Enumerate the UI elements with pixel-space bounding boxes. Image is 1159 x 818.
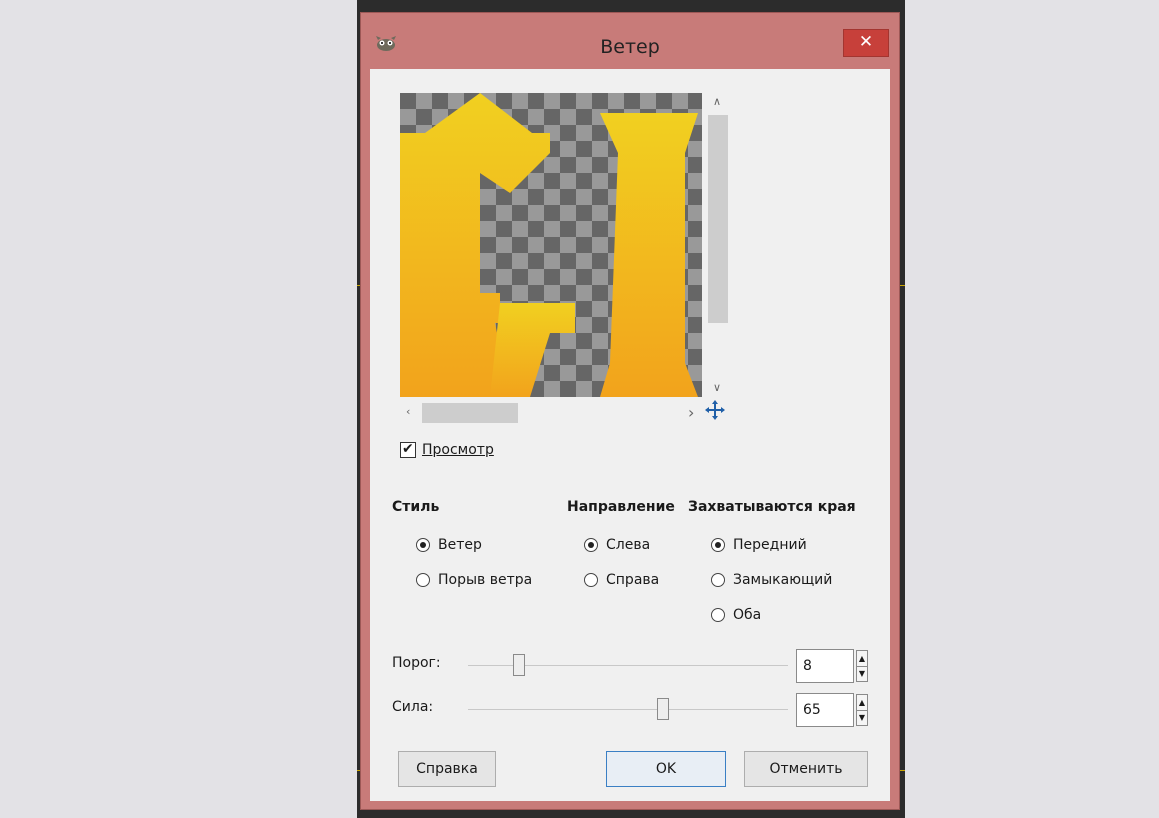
radio-edges-leading[interactable]: Передний: [711, 534, 807, 556]
radio-style-gust[interactable]: Порыв ветра: [416, 569, 532, 591]
radio-button[interactable]: [711, 573, 725, 587]
strength-slider-handle[interactable]: [657, 698, 669, 720]
scroll-down-icon[interactable]: ∨: [713, 381, 721, 394]
radio-label: Справа: [606, 572, 660, 588]
radio-button[interactable]: [711, 608, 725, 622]
radio-button[interactable]: [416, 538, 430, 552]
scroll-left-icon[interactable]: ‹: [406, 405, 410, 418]
spin-down-icon[interactable]: ▼: [857, 710, 867, 725]
spin-up-icon[interactable]: ▲: [857, 695, 867, 711]
radio-button[interactable]: [584, 573, 598, 587]
threshold-input[interactable]: 8: [796, 649, 854, 683]
wind-dialog: Ветер ✕ ∧ ∨ ‹ › ✔ Просмотр Стиль Направл…: [360, 12, 900, 810]
cancel-button[interactable]: Отменить: [744, 751, 868, 787]
radio-style-wind[interactable]: Ветер: [416, 534, 482, 556]
radio-button[interactable]: [584, 538, 598, 552]
style-heading: Стиль: [392, 499, 440, 515]
spin-down-icon[interactable]: ▼: [857, 666, 867, 681]
threshold-label: Порог:: [392, 655, 441, 671]
strength-slider-track[interactable]: [468, 709, 788, 710]
preview-artwork: [400, 93, 698, 397]
radio-label: Порыв ветра: [438, 572, 533, 588]
strength-input[interactable]: 65: [796, 693, 854, 727]
preview-checkbox[interactable]: ✔: [400, 441, 416, 458]
strength-label: Сила:: [392, 699, 434, 715]
radio-direction-right[interactable]: Справа: [584, 569, 659, 591]
radio-label: Замыкающий: [733, 572, 833, 588]
window-title: Ветер: [600, 36, 660, 58]
radio-label: Передний: [733, 537, 807, 553]
radio-direction-left[interactable]: Слева: [584, 534, 650, 556]
radio-label: Оба: [733, 607, 762, 623]
threshold-spinner[interactable]: ▲ ▼: [856, 650, 868, 682]
title-bar: Ветер ✕: [361, 13, 899, 69]
radio-button[interactable]: [711, 538, 725, 552]
edges-heading: Захватываются края: [688, 499, 856, 515]
ok-button[interactable]: OK: [606, 751, 726, 787]
scroll-thumb[interactable]: [708, 115, 728, 323]
close-button[interactable]: ✕: [843, 29, 889, 57]
help-button[interactable]: Справка: [398, 751, 496, 787]
preview-vertical-scrollbar[interactable]: ∧ ∨: [706, 93, 732, 397]
preview-checkbox-row[interactable]: ✔ Просмотр: [400, 439, 494, 461]
preview-horizontal-scrollbar[interactable]: ‹ ›: [400, 401, 702, 423]
radio-edges-trailing[interactable]: Замыкающий: [711, 569, 832, 591]
navigate-icon[interactable]: [704, 399, 726, 421]
spin-up-icon[interactable]: ▲: [857, 651, 867, 667]
preview-checkbox-label: Просмотр: [422, 442, 494, 458]
check-icon: ✔: [402, 441, 414, 457]
preview-image[interactable]: [400, 93, 702, 397]
radio-label: Ветер: [438, 537, 482, 553]
radio-label: Слева: [606, 537, 651, 553]
direction-heading: Направление: [567, 499, 675, 515]
scroll-up-icon[interactable]: ∧: [713, 95, 721, 108]
dialog-content: ∧ ∨ ‹ › ✔ Просмотр Стиль Направление Зах…: [370, 69, 890, 801]
radio-button[interactable]: [416, 573, 430, 587]
scroll-thumb[interactable]: [422, 403, 518, 423]
scroll-right-icon[interactable]: ›: [688, 403, 694, 422]
strength-spinner[interactable]: ▲ ▼: [856, 694, 868, 726]
radio-edges-both[interactable]: Оба: [711, 604, 761, 626]
threshold-slider-handle[interactable]: [513, 654, 525, 676]
